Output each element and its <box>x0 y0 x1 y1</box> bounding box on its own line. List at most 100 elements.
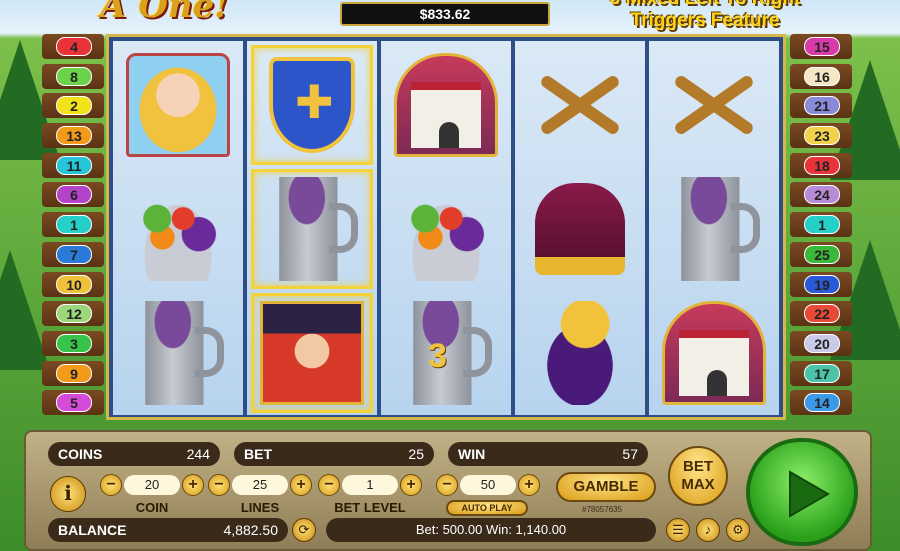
payline-number[interactable]: 25 <box>804 244 840 264</box>
fruit-symbol <box>126 177 230 281</box>
payline-left: 4 <box>42 34 104 59</box>
payline-number[interactable]: 2 <box>56 96 92 116</box>
bet-max-button[interactable]: BET MAX <box>668 446 728 506</box>
reel-cell: 3 <box>385 293 507 413</box>
payline-number[interactable]: 19 <box>804 274 840 294</box>
payline-right: 21 <box>790 93 852 119</box>
payline-number[interactable]: 6 <box>56 185 92 205</box>
payline-number[interactable]: 10 <box>56 274 92 294</box>
payline-number[interactable]: 7 <box>56 244 92 264</box>
autoplay-plus-button[interactable]: + <box>518 474 540 496</box>
reel-cell <box>251 169 373 289</box>
coin-label: COIN <box>135 500 169 515</box>
payline-number[interactable]: 11 <box>56 155 92 175</box>
payline-number[interactable]: 23 <box>804 126 840 146</box>
coin-value: 20 <box>124 475 180 495</box>
payline-number[interactable]: 18 <box>804 155 840 175</box>
coins-value: 244 <box>186 446 210 462</box>
bet-label: BET <box>244 446 272 462</box>
payline-number[interactable]: 17 <box>804 363 840 383</box>
payline-left: 1 <box>42 212 104 238</box>
reel-cell <box>251 45 373 165</box>
reel-cell <box>519 293 641 413</box>
paytable-info-icon[interactable]: ℹ <box>50 476 86 512</box>
crown-symbol <box>535 183 625 275</box>
bet-level-stepper: − 1 + <box>318 474 422 496</box>
lines-label: LINES <box>240 500 280 515</box>
payline-left: 5 <box>42 390 104 416</box>
payline-right: 25 <box>790 241 852 267</box>
gamble-button[interactable]: GAMBLE <box>556 472 656 502</box>
bet-display: BET 25 <box>234 442 434 466</box>
lines-value: 25 <box>232 475 288 495</box>
bet-level-plus-button[interactable]: + <box>400 474 422 496</box>
payline-number[interactable]: 20 <box>804 333 840 353</box>
coin-minus-button[interactable]: − <box>100 474 122 496</box>
control-panel: COINS 244 BET 25 WIN 57 ℹ − 20 + COIN − … <box>24 430 872 551</box>
autoplay-stepper: − 50 + <box>436 474 540 496</box>
payline-left: 3 <box>42 330 104 356</box>
paylines-left: 4 8 2 13 11 6 1 7 10 12 3 9 5 <box>42 34 104 420</box>
settings-icon[interactable]: ⚙ <box>726 518 750 542</box>
payline-right: 20 <box>790 330 852 356</box>
reel-cell <box>653 45 775 165</box>
payline-number[interactable]: 15 <box>804 37 840 56</box>
payline-number[interactable]: 13 <box>56 126 92 146</box>
mug-symbol <box>260 177 364 281</box>
payline-right: 1 <box>790 212 852 238</box>
castle-symbol <box>394 53 498 157</box>
reel-5 <box>649 41 779 415</box>
payline-number[interactable]: 4 <box>56 37 92 56</box>
payline-right: 18 <box>790 152 852 178</box>
lines-plus-button[interactable]: + <box>290 474 312 496</box>
autoplay-value: 50 <box>460 475 516 495</box>
payline-number[interactable]: 3 <box>56 333 92 353</box>
bet-max-line-2: MAX <box>681 476 715 493</box>
payline-left: 9 <box>42 360 104 386</box>
payline-number[interactable]: 21 <box>804 96 840 116</box>
promo-line-2: Triggers Feature <box>630 10 780 31</box>
reel-cell <box>653 293 775 413</box>
payline-number[interactable]: 22 <box>804 304 840 324</box>
refresh-icon[interactable]: ⟳ <box>292 518 316 542</box>
payline-right: 16 <box>790 63 852 89</box>
musketeer-symbol <box>260 301 364 405</box>
spin-button[interactable] <box>746 438 858 546</box>
lady-symbol <box>126 53 230 157</box>
menu-icon[interactable]: ☰ <box>666 518 690 542</box>
bet-level-label: BET LEVEL <box>334 500 406 515</box>
payline-number[interactable]: 1 <box>56 215 92 235</box>
reel-cell <box>385 45 507 165</box>
payline-number[interactable]: 9 <box>56 363 92 383</box>
bet-level-minus-button[interactable]: − <box>318 474 340 496</box>
pistols-symbol <box>662 53 766 157</box>
payline-number[interactable]: 16 <box>804 66 840 86</box>
payline-left: 13 <box>42 123 104 149</box>
win-label: WIN <box>458 446 486 462</box>
payline-left: 7 <box>42 241 104 267</box>
payline-number[interactable]: 14 <box>804 393 840 413</box>
payline-number[interactable]: 1 <box>804 215 840 235</box>
autoplay-button[interactable]: AUTO PLAY <box>446 500 528 516</box>
play-icon <box>789 470 830 518</box>
reel-1 <box>113 41 243 415</box>
payline-number[interactable]: 5 <box>56 393 92 413</box>
payline-number[interactable]: 12 <box>56 304 92 324</box>
payline-right: 24 <box>790 182 852 208</box>
feature-promo: 3 Mixed Left To Right Triggers Feature <box>590 0 820 32</box>
castle-symbol <box>662 301 766 405</box>
payline-number[interactable]: 8 <box>56 66 92 86</box>
balance-value: 4,882.50 <box>223 522 279 538</box>
autoplay-minus-button[interactable]: − <box>436 474 458 496</box>
reel-3: 3 <box>381 41 511 415</box>
reel-cell <box>117 45 239 165</box>
promo-line-1: 3 Mixed Left To Right <box>590 0 820 10</box>
coin-plus-button[interactable]: + <box>182 474 204 496</box>
sound-icon[interactable]: ♪ <box>696 518 720 542</box>
reel-cell <box>117 293 239 413</box>
lines-minus-button[interactable]: − <box>208 474 230 496</box>
payline-left: 2 <box>42 93 104 119</box>
payline-number[interactable]: 24 <box>804 185 840 205</box>
payline-left: 6 <box>42 182 104 208</box>
line-win-number: 3 <box>428 337 447 375</box>
